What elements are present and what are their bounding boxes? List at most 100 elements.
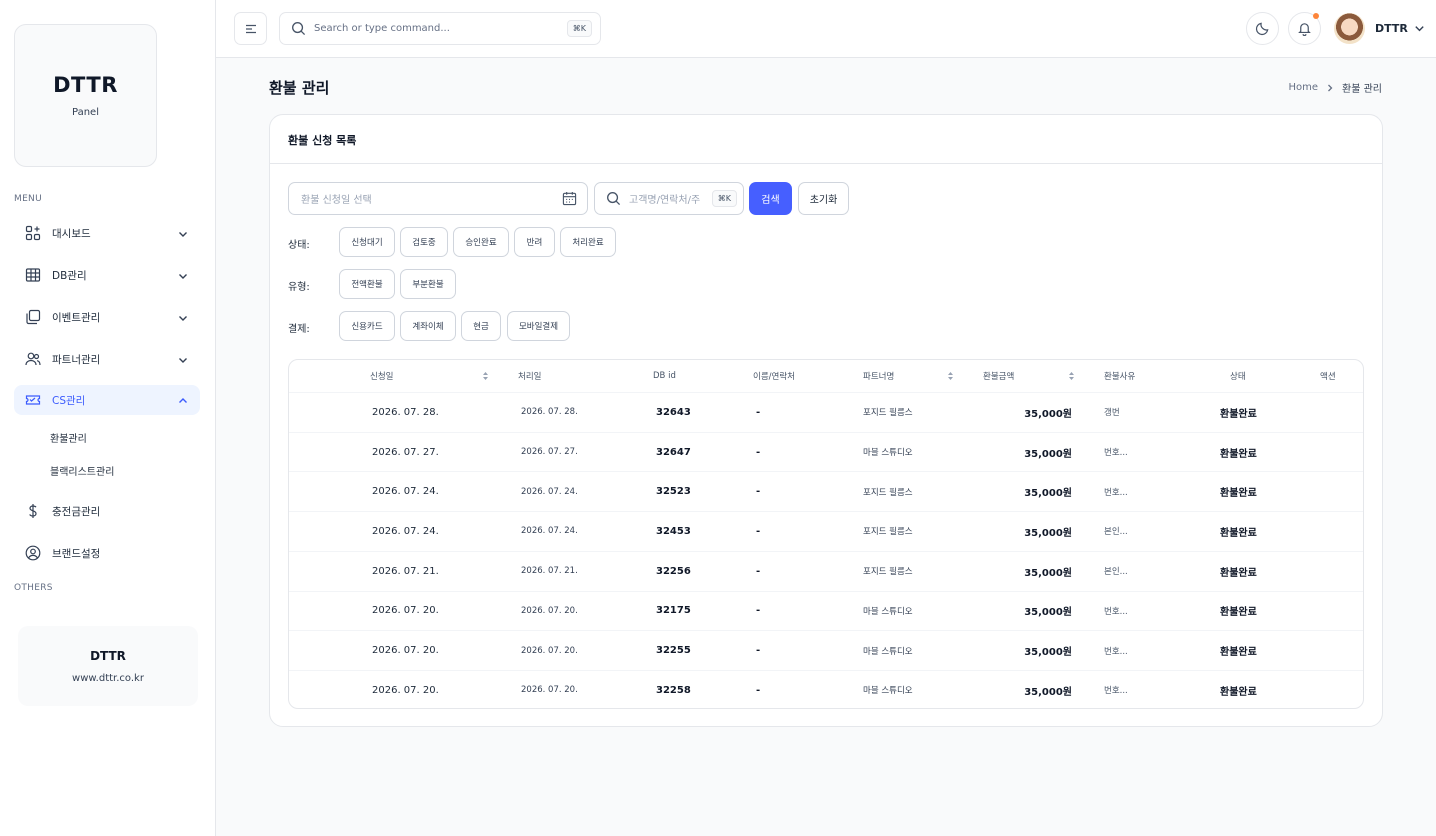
type-chip-full[interactable]: 전액환불 xyxy=(339,269,395,299)
cell-partner: 마블 스튜디오 xyxy=(863,448,913,459)
column-header-request-date[interactable]: 신청일 xyxy=(370,360,393,392)
chevron-right-icon xyxy=(1325,83,1335,93)
sidebar-item-partner[interactable]: 파트너관리 xyxy=(14,344,200,374)
shortcut-badge: ⌘K xyxy=(711,190,737,207)
type-filter-label: 유형: xyxy=(288,282,310,293)
table-row[interactable]: 2026. 07. 20. 2026. 07. 20. 32255 - 마블 스튜디오 3… xyxy=(289,630,1363,670)
cell-process-date: 2026. 07. 24. xyxy=(521,486,578,497)
notification-button[interactable] xyxy=(1288,12,1321,45)
table-row[interactable]: 2026. 07. 27. 2026. 07. 27. 32647 - 마블 스튜디오 3… xyxy=(289,431,1363,472)
cell-request-date: 2026. 07. 20. xyxy=(372,684,439,696)
column-header-partner[interactable]: 파트너명 xyxy=(863,360,894,392)
cell-name-contact: - xyxy=(756,684,761,696)
cell-name-contact: - xyxy=(756,486,761,498)
dark-mode-toggle[interactable] xyxy=(1246,12,1279,45)
status-chip-approved[interactable]: 승인완료 xyxy=(453,227,509,257)
column-header-label: 파트너명 xyxy=(863,372,895,382)
sidebar-item-label: 충전금관리 xyxy=(52,505,101,518)
breadcrumb-current: 환불 관리 xyxy=(1342,84,1382,95)
cell-reason: 갱번 xyxy=(1104,408,1120,419)
logo-card[interactable]: DTTR Panel xyxy=(14,24,157,167)
column-header-label: 상태 xyxy=(1230,372,1246,382)
card-header: 환불 신청 목록 xyxy=(270,115,1382,164)
type-chip-partial[interactable]: 부분환불 xyxy=(400,269,456,299)
sidebar-item-brand[interactable]: 브랜드설정 xyxy=(14,538,200,568)
sort-icon[interactable] xyxy=(1068,360,1075,392)
table-icon xyxy=(24,267,41,284)
cell-process-date: 2026. 07. 28. xyxy=(521,407,578,418)
logo-subtitle: Panel xyxy=(72,107,99,118)
sidebar-subitem-blacklist[interactable]: 블랙리스트관리 xyxy=(50,463,114,478)
cell-partner: 마블 스튜디오 xyxy=(863,686,913,697)
table-row[interactable]: 2026. 07. 24. 2026. 07. 24. 32453 - 포지드 필름스 3… xyxy=(289,511,1363,551)
column-header-label: 환불사유 xyxy=(1104,372,1136,382)
user-menu[interactable]: DTTR xyxy=(1334,12,1426,45)
cell-amount: 35,000원 xyxy=(1024,488,1072,500)
sidebar-item-db[interactable]: DB관리 xyxy=(14,260,200,290)
reset-button[interactable]: 초기화 xyxy=(798,182,849,215)
cell-amount: 35,000원 xyxy=(1024,567,1072,579)
sort-icon[interactable] xyxy=(947,360,954,392)
status-chip-completed[interactable]: 처리완료 xyxy=(560,227,616,257)
cell-status: 환불완료 xyxy=(1220,408,1257,420)
payment-chip-mobile[interactable]: 모바일결제 xyxy=(507,311,570,341)
cell-request-date: 2026. 07. 24. xyxy=(372,486,439,498)
shortcut-badge: ⌘K xyxy=(566,20,592,37)
cell-reason: 번호... xyxy=(1104,646,1128,657)
brand-card: DTTR www.dttr.co.kr xyxy=(18,626,198,706)
table-row[interactable]: 2026. 07. 24. 2026. 07. 24. 32523 - 포지드 필름스 3… xyxy=(289,471,1363,511)
global-search-input[interactable]: Search or type command... ⌘K xyxy=(279,12,601,45)
table-row[interactable]: 2026. 07. 28. 2026. 07. 28. 32643 - 포지드 필름스 3… xyxy=(289,392,1363,432)
cell-name-contact: - xyxy=(756,525,761,537)
sidebar-item-event[interactable]: 이벤트관리 xyxy=(14,302,200,332)
breadcrumb: Home 환불 관리 xyxy=(1288,80,1382,95)
brand-name: DTTR xyxy=(90,648,126,663)
moon-icon xyxy=(1255,21,1270,36)
column-header-amount[interactable]: 환불금액 xyxy=(983,360,1014,392)
customer-search-input[interactable]: 고객명/연락처/주 ⌘K xyxy=(594,182,744,215)
cell-partner: 마블 스튜디오 xyxy=(863,646,913,657)
status-chip-pending[interactable]: 신청대기 xyxy=(339,227,395,257)
cell-status: 환불완료 xyxy=(1220,448,1257,460)
column-header-action: 액션 xyxy=(1320,360,1336,392)
table-row[interactable]: 2026. 07. 20. 2026. 07. 20. 32258 - 마블 스튜디오 3… xyxy=(289,669,1363,708)
menu-toggle-button[interactable] xyxy=(234,12,267,45)
column-header-db-id: DB id xyxy=(653,360,676,392)
status-filter-label: 상태: xyxy=(288,240,310,251)
menu-icon xyxy=(244,22,258,36)
sidebar-item-dashboard[interactable]: 대시보드 xyxy=(14,218,200,248)
cell-reason: 번호... xyxy=(1104,686,1128,697)
chevron-down-icon xyxy=(176,310,190,324)
breadcrumb-home[interactable]: Home xyxy=(1288,82,1318,93)
sidebar-item-charge[interactable]: 충전금관리 xyxy=(14,496,200,526)
search-button[interactable]: 검색 xyxy=(749,182,792,215)
status-chip-rejected[interactable]: 반려 xyxy=(514,227,555,257)
status-chip-reviewing[interactable]: 검토중 xyxy=(400,227,448,257)
payment-chip-cash[interactable]: 현금 xyxy=(461,311,501,341)
chevron-down-icon xyxy=(176,352,190,366)
cell-process-date: 2026. 07. 20. xyxy=(521,685,578,696)
sidebar-item-cs[interactable]: CS관리 xyxy=(14,385,200,415)
sort-icon[interactable] xyxy=(482,360,489,392)
card-title: 환불 신청 목록 xyxy=(288,134,357,147)
payment-chip-card[interactable]: 신용카드 xyxy=(339,311,395,341)
cell-reason: 번호... xyxy=(1104,606,1128,617)
cell-amount: 35,000원 xyxy=(1024,408,1072,420)
sidebar-subitem-refund[interactable]: 환불관리 xyxy=(50,430,87,445)
table-row[interactable]: 2026. 07. 20. 2026. 07. 20. 32175 - 마블 스튜디오 3… xyxy=(289,590,1363,631)
cell-status: 환불완료 xyxy=(1220,527,1257,539)
column-header-name-contact: 이름/연락처 xyxy=(753,360,795,392)
table-row[interactable]: 2026. 07. 21. 2026. 07. 21. 32256 - 포지드 필름스 3… xyxy=(289,550,1363,591)
brand-url[interactable]: www.dttr.co.kr xyxy=(72,673,144,684)
column-header-label: 액션 xyxy=(1320,372,1336,382)
users-icon xyxy=(24,351,41,368)
column-header-status: 상태 xyxy=(1230,360,1246,392)
cell-status: 환불완료 xyxy=(1220,488,1257,500)
refund-date-picker[interactable]: 환불 신청일 선택 xyxy=(288,182,588,215)
customer-search-placeholder: 고객명/연락처/주 xyxy=(629,195,701,206)
search-icon xyxy=(606,191,621,206)
cell-name-contact: - xyxy=(756,605,761,617)
cell-reason: 본인... xyxy=(1104,527,1128,538)
payment-chip-transfer[interactable]: 계좌이체 xyxy=(400,311,456,341)
notification-dot xyxy=(1313,13,1319,19)
